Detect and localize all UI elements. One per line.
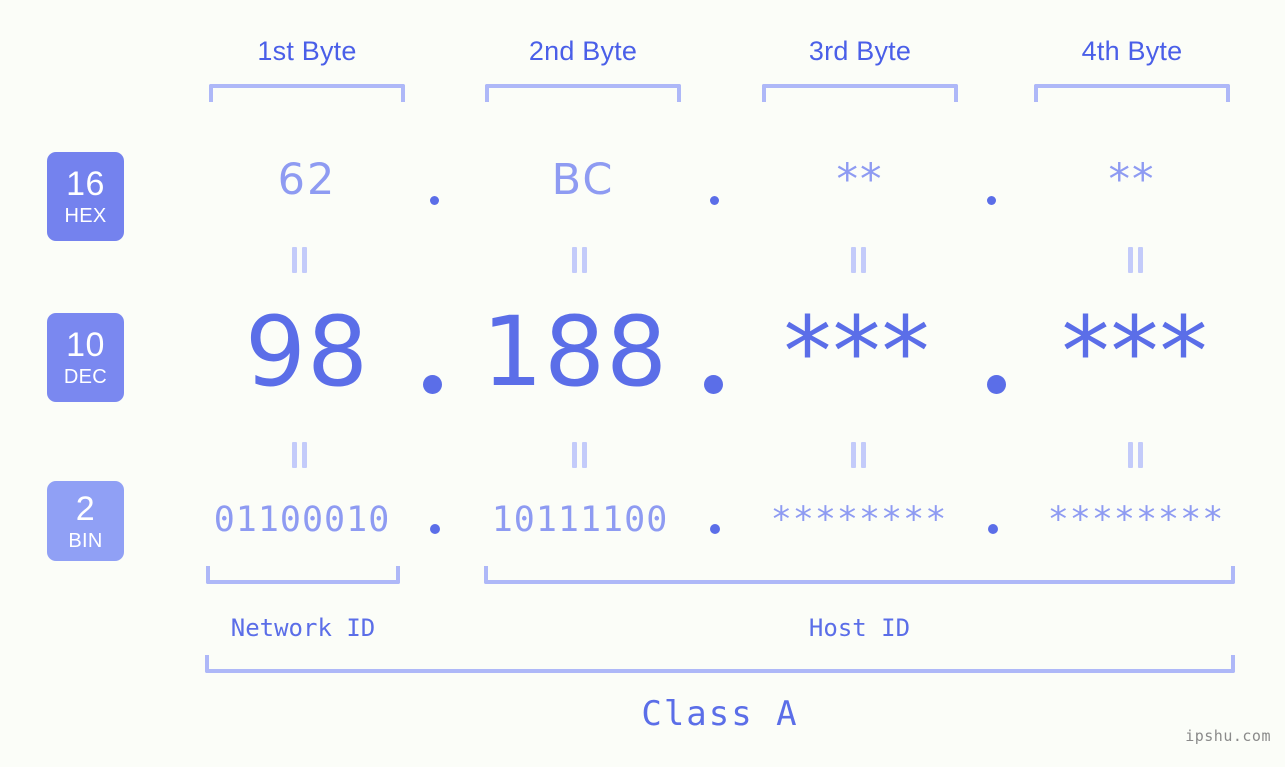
network-id-label: Network ID (230, 614, 376, 642)
host-id-bracket (484, 566, 1235, 584)
equals-mark-hex-dec-2 (572, 247, 587, 273)
equals-mark-hex-dec-1 (292, 247, 307, 273)
bin-byte-1: 01100010 (213, 500, 391, 540)
equals-mark-hex-dec-4 (1128, 247, 1143, 273)
bin-byte-3: ******** (770, 500, 948, 540)
network-id-bracket (206, 566, 400, 584)
base-badge-bin-name: BIN (68, 529, 103, 552)
bin-separator-dot-2 (710, 524, 720, 534)
hex-byte-2: BC (551, 155, 615, 205)
base-badge-dec-number: 10 (66, 326, 105, 364)
byte-bracket-4 (1034, 84, 1230, 102)
base-badge-hex-number: 16 (66, 165, 105, 203)
dec-separator-dot-1 (423, 375, 442, 394)
bin-byte-2: 10111100 (491, 500, 669, 540)
hex-separator-dot-3 (987, 196, 996, 205)
byte-bracket-3 (762, 84, 958, 102)
ip-address-breakdown-diagram: 1st Byte 2nd Byte 3rd Byte 4th Byte 16 H… (0, 0, 1285, 767)
dec-byte-1: 98 (244, 296, 370, 408)
bin-separator-dot-1 (430, 524, 440, 534)
host-id-label: Host ID (808, 614, 911, 642)
byte-bracket-1 (209, 84, 405, 102)
base-badge-dec: 10 DEC (47, 313, 124, 402)
byte-header-label-2: 2nd Byte (528, 36, 638, 66)
base-badge-dec-name: DEC (63, 366, 108, 388)
base-badge-bin: 2 BIN (47, 481, 124, 561)
class-bracket (205, 655, 1235, 673)
base-badge-hex: 16 HEX (47, 152, 124, 241)
hex-byte-3: ** (836, 155, 884, 205)
base-badge-hex-name: HEX (64, 205, 107, 227)
byte-header-label-3: 3rd Byte (808, 36, 912, 66)
hex-byte-1: 62 (277, 155, 337, 205)
dec-byte-2: 188 (481, 296, 669, 408)
byte-header-label-4: 4th Byte (1081, 36, 1183, 66)
hex-byte-4: ** (1108, 155, 1156, 205)
dec-separator-dot-2 (704, 375, 723, 394)
byte-bracket-2 (485, 84, 681, 102)
byte-header-label-1: 1st Byte (257, 36, 357, 66)
equals-mark-dec-bin-4 (1128, 442, 1143, 468)
equals-mark-dec-bin-3 (851, 442, 866, 468)
equals-mark-hex-dec-3 (851, 247, 866, 273)
dec-byte-4: *** (1061, 296, 1209, 408)
bin-separator-dot-3 (988, 524, 998, 534)
equals-mark-dec-bin-2 (572, 442, 587, 468)
class-label: Class A (641, 694, 799, 734)
hex-separator-dot-1 (430, 196, 439, 205)
bin-byte-4: ******** (1047, 500, 1225, 540)
dec-separator-dot-3 (987, 375, 1006, 394)
hex-separator-dot-2 (710, 196, 719, 205)
equals-mark-dec-bin-1 (292, 442, 307, 468)
base-badge-bin-number: 2 (75, 489, 96, 528)
dec-byte-3: *** (783, 296, 931, 408)
site-watermark: ipshu.com (1185, 727, 1271, 745)
